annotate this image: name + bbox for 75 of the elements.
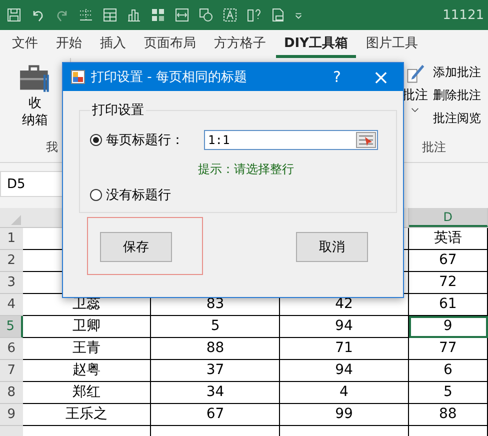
save-icon[interactable] (6, 7, 22, 23)
radio-option[interactable]: 没有标题行 (90, 186, 200, 204)
ribbon-tab[interactable]: 页面布局 (136, 30, 204, 58)
dialog-button[interactable]: 保存 (100, 232, 172, 262)
column-header[interactable]: D (408, 208, 488, 227)
ribbon-tab[interactable]: 开始 (48, 30, 90, 58)
hint-text: 提示：请选择整行 (198, 161, 295, 178)
app-icon (71, 70, 85, 84)
ribbon-tab[interactable]: 方方格子 (206, 30, 274, 58)
briefcase-icon (19, 64, 51, 92)
table-cell: 99 (280, 404, 409, 426)
window-title: 11121 (442, 8, 485, 22)
table-cell: 郑红 (22, 382, 152, 404)
table-cell: 王青 (22, 338, 152, 360)
table-cell: 77 (408, 338, 488, 360)
table-cell: 9 (408, 316, 488, 338)
table-cell: 67 (151, 404, 280, 426)
close-button[interactable]: × (359, 63, 403, 91)
corner-triangle-icon (10, 215, 21, 225)
table-cell: 6 (408, 360, 488, 382)
storage-box-button[interactable]: 收 纳箱 (15, 64, 55, 130)
table-cell: 王乐之 (22, 404, 152, 426)
ribbon-tab[interactable]: 插入 (92, 30, 134, 58)
table-cell: 94 (280, 360, 409, 382)
ribbon-tab[interactable]: 图片工具 (358, 30, 426, 58)
table-cell: 88 (408, 404, 488, 426)
ribbon-tab[interactable]: 文件 (4, 30, 46, 58)
table-cell: 71 (280, 338, 409, 360)
table-cell: 卫卿 (22, 316, 152, 338)
table-cell: 88 (151, 338, 280, 360)
range-picker-icon[interactable] (356, 132, 376, 148)
row-header[interactable]: 2 (0, 250, 23, 272)
shapes-icon[interactable] (198, 7, 214, 23)
border-icon[interactable] (78, 7, 94, 23)
table-cell: 英语 (408, 228, 488, 250)
table-cell: 94 (280, 316, 409, 338)
row-header[interactable]: 4 (0, 294, 23, 316)
row-header[interactable]: 6 (0, 338, 23, 360)
table-cell: 34 (151, 382, 280, 404)
row-header[interactable]: 9 (0, 404, 23, 426)
row-header[interactable]: 5 (0, 316, 23, 338)
row-header[interactable]: 3 (0, 272, 23, 294)
table-cell: 72 (408, 272, 488, 294)
table-cell: 67 (408, 250, 488, 272)
caret-icon (411, 107, 419, 113)
help-icon[interactable] (246, 7, 262, 23)
table-cell: 5 (408, 382, 488, 404)
row-header[interactable]: 7 (0, 360, 23, 382)
text-box-icon[interactable] (222, 7, 238, 23)
comment-menu-item[interactable]: 批注阅览 (430, 108, 484, 129)
input-field[interactable]: 1:1 (204, 130, 378, 150)
dialog-title: 打印设置 - 每页相同的标题 (91, 69, 248, 86)
split-icon[interactable] (174, 7, 190, 23)
bar-chart-icon[interactable] (126, 7, 142, 23)
radio-button[interactable] (90, 189, 102, 201)
row-header[interactable]: 1 (0, 228, 23, 250)
grid-icon[interactable] (150, 7, 166, 23)
group-label: 批注 (422, 139, 447, 156)
table-cell: 37 (151, 360, 280, 382)
table-cell: 5 (151, 316, 280, 338)
table-cell: 赵粤 (22, 360, 152, 382)
row-header[interactable]: 8 (0, 382, 23, 404)
table-cell: 4 (280, 382, 409, 404)
dialog-button[interactable]: 取消 (296, 232, 368, 262)
table-icon[interactable] (102, 7, 118, 23)
print-preview-icon[interactable] (270, 7, 286, 23)
comment-menu-item[interactable]: 添加批注 (430, 62, 484, 83)
table-cell: 61 (408, 294, 488, 316)
group-title: 打印设置 (91, 102, 145, 119)
group-label: 我 (46, 139, 58, 156)
radio-option[interactable]: 每页标题行： (90, 131, 200, 149)
customize-caret-icon[interactable] (294, 10, 303, 20)
radio-button[interactable] (90, 134, 102, 146)
help-button[interactable]: ? (315, 63, 359, 91)
comment-menu-item[interactable]: 删除批注 (430, 85, 484, 106)
